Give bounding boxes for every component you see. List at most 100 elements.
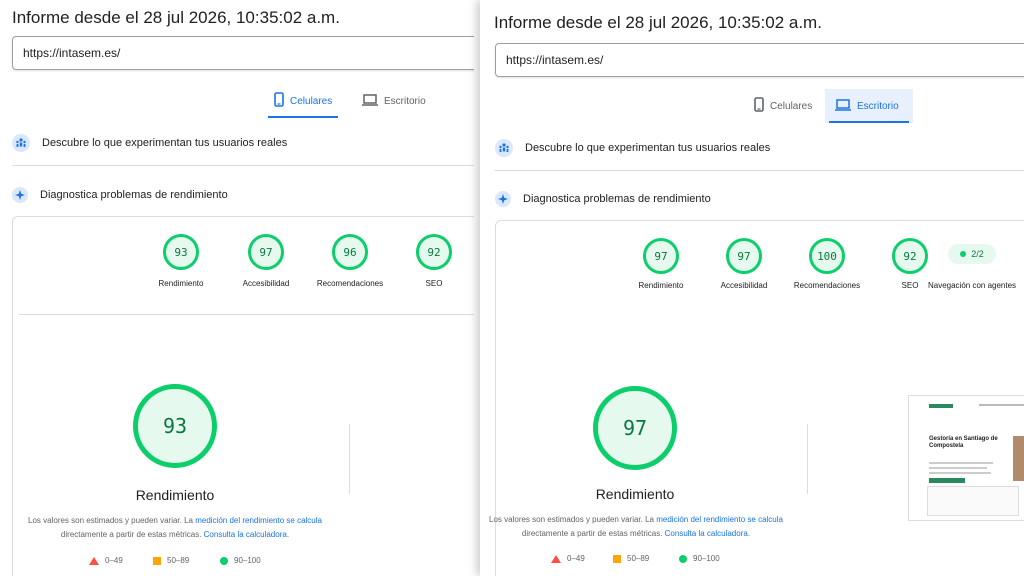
score-label-accessibility: Accesibilidad — [242, 279, 290, 288]
page-screenshot-thumbnail: Gestoría en Santiago de Compostela — [908, 395, 1024, 521]
score-label-performance: Rendimiento — [158, 279, 204, 288]
legend-fail-range: 0–49 — [105, 556, 123, 565]
legend-fail-range: 0–49 — [567, 554, 585, 563]
thumbnail-heading: Gestoría en Santiago de Compostela — [929, 436, 998, 449]
desktop-report-panel: Informe desde el 28 jul 2026, 10:35:02 a… — [480, 0, 1024, 576]
agent-navigation-pill[interactable]: 2/2 — [948, 244, 996, 264]
main-performance-gauge: 97 — [593, 386, 677, 470]
scores-card: 97 Rendimiento 97 Accesibilidad 100 Reco… — [489, 220, 1024, 576]
field-data-section[interactable]: Descubre lo que experimentan tus usuario… — [495, 139, 770, 157]
note-text: . — [286, 530, 290, 539]
legend-average: 50–89 — [153, 556, 189, 565]
note-text: directamente a partir de estas métricas. — [521, 529, 665, 538]
calculator-link[interactable]: Consulta la calculadora — [665, 529, 748, 538]
thumbnail-button — [929, 478, 965, 483]
laptop-icon — [835, 98, 851, 114]
tab-mobile-label: Celulares — [770, 100, 813, 112]
score-label-accessibility: Accesibilidad — [720, 281, 768, 290]
main-performance-label: Rendimiento — [135, 487, 215, 503]
vertical-divider — [349, 424, 350, 494]
diagnostics-heading: Diagnostica problemas de rendimiento — [40, 189, 228, 201]
diagnostics-icon — [495, 191, 511, 207]
thumbnail-nav — [979, 404, 1024, 406]
thumbnail-text-line — [929, 467, 987, 469]
score-gauge-accessibility[interactable]: 97 — [248, 234, 284, 270]
score-gauge-performance[interactable]: 97 — [643, 238, 679, 274]
thumbnail-text-line — [929, 462, 993, 464]
divider — [495, 170, 1024, 171]
diagnostics-heading: Diagnostica problemas de rendimiento — [523, 193, 711, 205]
diagnostics-icon — [12, 187, 28, 203]
performance-calc-link[interactable]: medición del rendimiento se calcula — [656, 515, 783, 524]
divider — [12, 165, 474, 166]
active-tab-indicator — [268, 116, 339, 118]
triangle-icon — [89, 556, 99, 565]
tab-mobile[interactable]: Celulares — [264, 84, 342, 118]
metrics-note: Los valores son estimados y pueden varia… — [486, 513, 786, 541]
calculator-link[interactable]: Consulta la calculadora — [204, 530, 287, 539]
square-icon — [153, 556, 161, 565]
diagnostics-section[interactable]: Diagnostica problemas de rendimiento — [495, 191, 711, 207]
legend-average-range: 50–89 — [167, 556, 190, 565]
url-field[interactable]: https://intasem.es/ — [12, 36, 474, 70]
tab-desktop[interactable]: Escritorio — [825, 89, 913, 123]
url-field[interactable]: https://intasem.es/ — [495, 43, 1024, 77]
score-gauge-best-practices[interactable]: 100 — [809, 238, 845, 274]
laptop-icon — [362, 93, 378, 109]
vertical-divider — [807, 424, 808, 494]
main-performance-label: Rendimiento — [595, 486, 675, 502]
score-gauge-performance[interactable]: 93 — [163, 234, 199, 270]
score-gauge-seo[interactable]: 92 — [416, 234, 452, 270]
tab-desktop-label: Escritorio — [857, 100, 899, 112]
diagnostics-section[interactable]: Diagnostica problemas de rendimiento — [12, 187, 228, 203]
mobile-report-panel: Informe desde el 28 jul 2026, 10:35:02 a… — [0, 0, 474, 576]
thumbnail-logo — [929, 404, 953, 408]
note-text: . — [747, 529, 751, 538]
note-text: Los valores son estimados y pueden varia… — [489, 515, 657, 524]
report-title: Informe desde el 28 jul 2026, 10:35:02 a… — [12, 8, 340, 27]
circle-icon — [679, 554, 687, 563]
score-label-performance: Rendimiento — [638, 281, 684, 290]
tab-mobile[interactable]: Celulares — [744, 89, 822, 123]
score-label-best-practices: Recomendaciones — [316, 279, 384, 288]
legend-average: 50–89 — [613, 554, 649, 563]
legend-pass-range: 90–100 — [234, 556, 261, 565]
score-gauge-accessibility[interactable]: 97 — [726, 238, 762, 274]
triangle-icon — [551, 554, 561, 563]
note-text: Los valores son estimados y pueden varia… — [28, 516, 196, 525]
metrics-note: Los valores son estimados y pueden varia… — [25, 514, 325, 542]
thumbnail-image — [1013, 436, 1024, 481]
active-tab-indicator — [829, 121, 909, 123]
field-data-heading: Descubre lo que experimentan tus usuario… — [42, 137, 288, 149]
score-label-seo: SEO — [425, 279, 443, 288]
score-label-best-practices: Recomendaciones — [793, 281, 861, 290]
users-icon — [12, 134, 30, 152]
status-dot — [960, 251, 967, 257]
note-text: directamente a partir de estas métricas. — [60, 530, 204, 539]
performance-calc-link[interactable]: medición del rendimiento se calcula — [195, 516, 322, 525]
legend-pass: 90–100 — [220, 556, 261, 565]
users-icon — [495, 139, 513, 157]
field-data-section[interactable]: Descubre lo que experimentan tus usuario… — [12, 134, 287, 152]
agent-navigation-label: Navegación con agentes — [927, 281, 1017, 290]
legend-fail: 0–49 — [551, 554, 585, 563]
thumbnail-cookie-dialog — [927, 486, 1019, 516]
legend-fail: 0–49 — [89, 556, 123, 565]
agent-pill-value: 2/2 — [971, 249, 984, 259]
tab-mobile-label: Celulares — [290, 95, 333, 107]
tab-desktop-label: Escritorio — [384, 95, 426, 107]
phone-icon — [754, 97, 764, 115]
legend-average-range: 50–89 — [627, 554, 650, 563]
field-data-heading: Descubre lo que experimentan tus usuario… — [525, 142, 771, 154]
score-gauge-seo[interactable]: 92 — [892, 238, 928, 274]
card-divider — [19, 314, 474, 315]
legend-pass: 90–100 — [679, 554, 720, 563]
phone-icon — [274, 92, 284, 110]
score-gauge-best-practices[interactable]: 96 — [332, 234, 368, 270]
thumbnail-text-line — [929, 472, 991, 474]
square-icon — [613, 554, 621, 563]
legend-pass-range: 90–100 — [693, 554, 720, 563]
circle-icon — [220, 556, 228, 565]
main-performance-gauge: 93 — [133, 384, 217, 468]
tab-desktop[interactable]: Escritorio — [352, 84, 436, 118]
